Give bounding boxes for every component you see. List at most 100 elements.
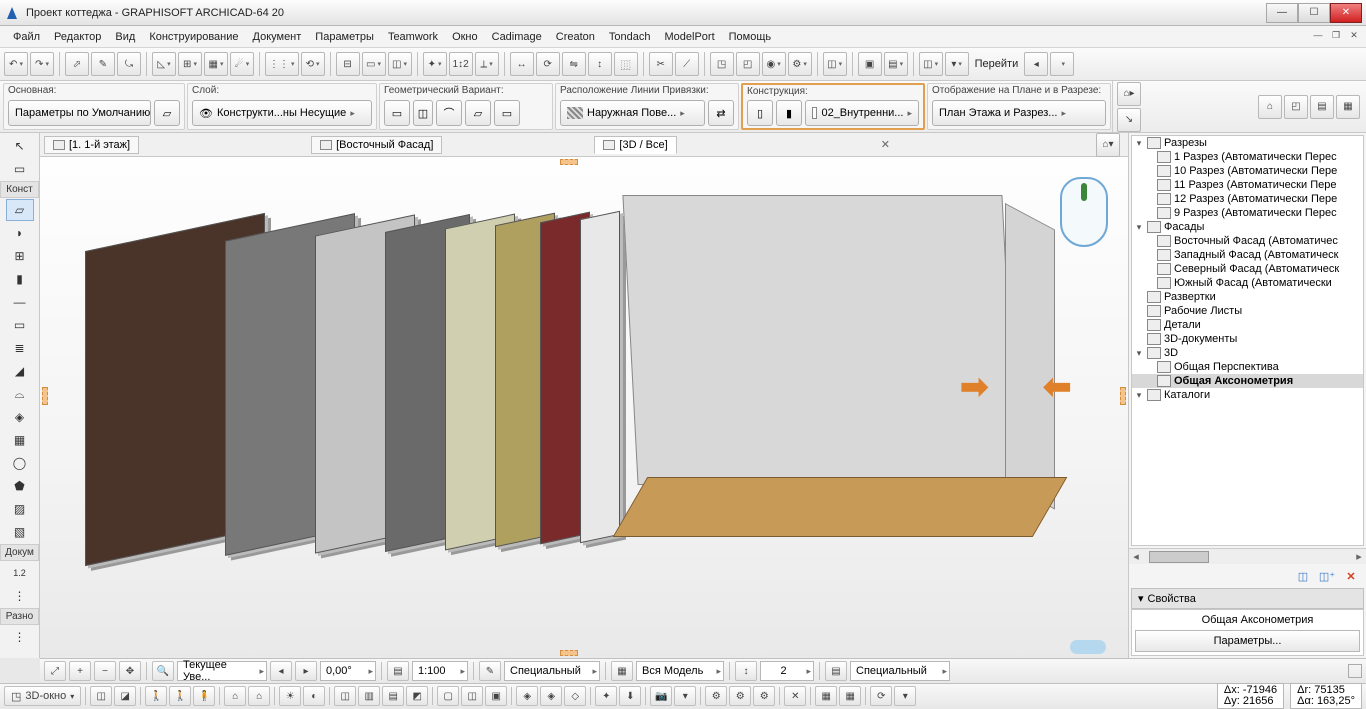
multiply-button[interactable]: ⿲ <box>614 52 638 76</box>
measure-button[interactable]: 1↕2 <box>449 52 473 76</box>
navigator-project-button[interactable]: ⌂ <box>1258 95 1282 119</box>
slab-tool[interactable]: ▭ <box>6 314 34 336</box>
eyedropper-button[interactable]: ✎ <box>91 52 115 76</box>
marquee-tool[interactable]: ▭ <box>6 158 34 180</box>
navigate-prev-button[interactable]: ◂ <box>1024 52 1048 76</box>
sb-extras2-button[interactable]: ◈ <box>540 686 562 706</box>
mirror-button[interactable]: ⇋ <box>562 52 586 76</box>
dimension-tool[interactable]: 1.2 <box>6 562 34 584</box>
menu-modelport[interactable]: ModelPort <box>658 29 722 45</box>
menu-document[interactable]: Документ <box>246 29 309 45</box>
zoom-combo[interactable]: Текущее Уве... <box>177 661 267 681</box>
trace-button[interactable]: ◫ <box>388 52 412 76</box>
tabs-button[interactable]: ◫ <box>919 52 943 76</box>
sb-shadow-button[interactable]: ◐ <box>303 686 325 706</box>
undo-button[interactable]: ↶ <box>4 52 28 76</box>
mdi-minimize[interactable]: — <box>1310 28 1326 42</box>
geom-poly-button[interactable]: ▭ <box>494 100 520 126</box>
mdi-close[interactable]: ✕ <box>1346 28 1362 42</box>
trim-button[interactable]: ✂ <box>649 52 673 76</box>
curtain-wall-tool[interactable]: ▦ <box>6 429 34 451</box>
viewport-grip-right[interactable] <box>1120 387 1126 405</box>
3d-mouse-widget[interactable] <box>1060 177 1108 247</box>
menu-creaton[interactable]: Creaton <box>549 29 602 45</box>
move-button[interactable]: ↔ <box>510 52 534 76</box>
sb-walk-button[interactable]: 🚶 <box>145 686 167 706</box>
sb-cut-button[interactable]: ◫ <box>334 686 356 706</box>
stair-tool[interactable]: ≣ <box>6 337 34 359</box>
3d-viewport[interactable]: ➡ ➡ <box>40 157 1128 658</box>
marquee-3d-button[interactable]: ◰ <box>736 52 760 76</box>
tab-elevation[interactable]: [Восточный Фасад] <box>311 136 442 154</box>
layers-combo[interactable]: 2 <box>760 661 814 681</box>
sb-shaded-button[interactable]: ▣ <box>485 686 507 706</box>
3d-settings-button[interactable]: ⚙ <box>788 52 812 76</box>
render-button[interactable]: ◉ <box>762 52 786 76</box>
infobar-layer-button[interactable]: 👁Конструкти...ны Несущие▸ <box>192 100 372 126</box>
viewport-settings-button[interactable]: ⌂▾ <box>1096 133 1120 157</box>
arrow-tool[interactable]: ↖ <box>6 135 34 157</box>
menu-file[interactable]: Файл <box>6 29 47 45</box>
navigator-layout-button[interactable]: ▤ <box>1310 95 1334 119</box>
infobar-refline-button[interactable]: Наружная Пове...▸ <box>560 100 705 126</box>
object-tool[interactable]: ⬟ <box>6 475 34 497</box>
sb-cube1-button[interactable]: ◫ <box>90 686 112 706</box>
tab-close-button[interactable]: ✕ <box>875 138 896 151</box>
sb-run-button[interactable]: 🚶 <box>169 686 191 706</box>
guides-button[interactable]: ◺ <box>152 52 176 76</box>
navigator-publisher-button[interactable]: ▦ <box>1336 95 1360 119</box>
tree-h-scrollbar[interactable]: ◂ ▸ <box>1129 548 1366 564</box>
infobar-default-button[interactable]: Параметры по Умолчанию <box>8 100 151 126</box>
navigate-dd-button[interactable] <box>1050 52 1074 76</box>
sb-wireframe-button[interactable]: ▢ <box>437 686 459 706</box>
morph-tool[interactable]: ◯ <box>6 452 34 474</box>
menu-options[interactable]: Параметры <box>308 29 381 45</box>
zone-tool[interactable]: ▨ <box>6 498 34 520</box>
skylight-tool[interactable]: ◈ <box>6 406 34 428</box>
column-tool[interactable]: ▮ <box>6 268 34 290</box>
roof-tool[interactable]: ◢ <box>6 360 34 382</box>
navigator-tree[interactable]: ▾Разрезы 1 Разрез (Автоматически Перес 1… <box>1131 135 1364 546</box>
sb-home-button[interactable]: ⌂ <box>248 686 270 706</box>
ruler-button[interactable]: ⟂ <box>475 52 499 76</box>
sb-op3-button[interactable]: ⚙ <box>753 686 775 706</box>
zoom-prev-button[interactable]: ◂ <box>270 661 292 681</box>
viewport-grip-bottom[interactable] <box>560 650 578 656</box>
pick-button[interactable]: ⬀ <box>65 52 89 76</box>
pan-button[interactable]: ✥ <box>119 661 141 681</box>
window-minimize-button[interactable]: — <box>1266 3 1298 23</box>
sb-hotspot-button[interactable]: ✦ <box>595 686 617 706</box>
sb-op1-button[interactable]: ⚙ <box>705 686 727 706</box>
menu-window[interactable]: Окно <box>445 29 485 45</box>
sb-section-button[interactable]: ▥ <box>358 686 380 706</box>
refline-flip-button[interactable]: ⇄ <box>708 100 734 126</box>
sb-sun-button[interactable]: ☀ <box>279 686 301 706</box>
more-button[interactable]: ▾ <box>945 52 969 76</box>
sb-photo-button[interactable]: 📷 <box>650 686 672 706</box>
menu-cadimage[interactable]: Cadimage <box>485 29 549 45</box>
sb-op2-button[interactable]: ⚙ <box>729 686 751 706</box>
infobar-display-button[interactable]: План Этажа и Разрез...▸ <box>932 100 1106 126</box>
mdi-restore[interactable]: ❐ <box>1328 28 1344 42</box>
tab-3d[interactable]: [3D / Все] <box>594 136 676 154</box>
door-tool[interactable]: ◗ <box>6 222 34 244</box>
sb-photo-dd-button[interactable]: ▾ <box>674 686 696 706</box>
angle-field[interactable]: 0,00° <box>320 661 376 681</box>
wall-icon[interactable]: ▱ <box>154 100 180 126</box>
geom-curved-button[interactable]: ⌒ <box>436 100 462 126</box>
cutplane-button[interactable]: ◫ <box>823 52 847 76</box>
sb-extras3-button[interactable]: ◇ <box>564 686 586 706</box>
navigator-view-button[interactable]: ◰ <box>1284 95 1308 119</box>
sb-plane-button[interactable]: ▤ <box>382 686 404 706</box>
window-close-button[interactable]: ✕ <box>1330 3 1362 23</box>
suspend-groups-button[interactable]: ⊟ <box>336 52 360 76</box>
magic-wand-button[interactable]: ✦ <box>423 52 447 76</box>
sb-camera-button[interactable]: ⌂ <box>224 686 246 706</box>
geom-slanted-button[interactable]: ◫ <box>413 100 433 126</box>
sel-3d-button[interactable]: ◳ <box>710 52 734 76</box>
geom-straight-button[interactable]: ▭ <box>384 100 410 126</box>
viewport-grip-left[interactable] <box>42 387 48 405</box>
save-view-button[interactable]: ◫⁺ <box>1318 568 1336 584</box>
more-doc-tool[interactable]: ⋮ <box>6 585 34 607</box>
menu-help[interactable]: Помощь <box>722 29 779 45</box>
